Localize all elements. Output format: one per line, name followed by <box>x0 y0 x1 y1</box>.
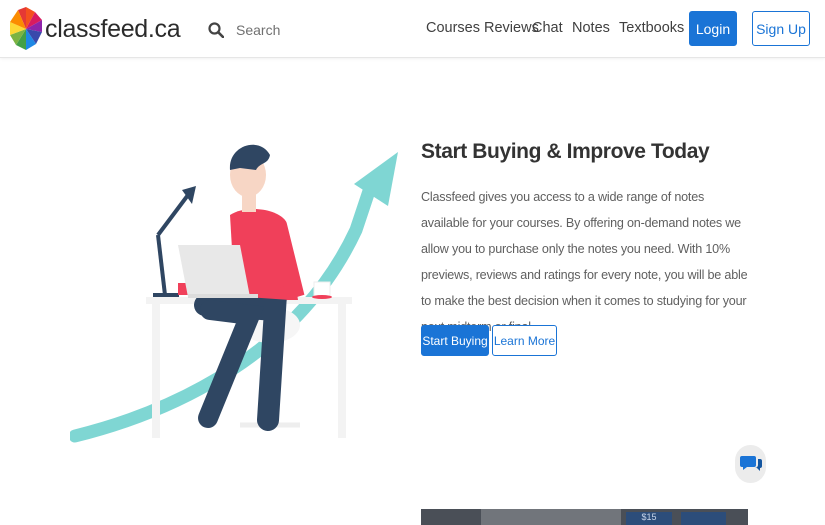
search-input[interactable] <box>236 22 376 38</box>
classfeed-logo-icon <box>10 7 42 50</box>
brand-logo[interactable]: classfeed.ca <box>8 6 181 52</box>
video-frame-panel <box>681 512 726 525</box>
hero-illustration <box>70 144 398 443</box>
nav-link-chat[interactable]: Chat <box>532 20 563 36</box>
chat-bubbles-icon <box>739 456 762 471</box>
nav-link-notes[interactable]: Notes <box>572 20 610 36</box>
search-bar <box>208 16 388 44</box>
learn-more-button[interactable]: Learn More <box>492 325 557 356</box>
video-frame-content <box>481 509 621 525</box>
top-navbar: classfeed.ca Courses Reviews Chat Notes … <box>0 0 825 58</box>
hero-description: Classfeed gives you access to a wide ran… <box>421 190 748 334</box>
nav-link-courses-reviews[interactable]: Courses Reviews <box>426 20 539 36</box>
hero-title: Start Buying & Improve Today <box>421 140 710 163</box>
nav-link-textbooks[interactable]: Textbooks <box>619 20 684 36</box>
intro-video-thumbnail[interactable]: $15 <box>421 509 748 525</box>
login-button[interactable]: Login <box>689 11 737 46</box>
chat-widget-button[interactable] <box>735 445 766 483</box>
signup-button[interactable]: Sign Up <box>752 11 810 46</box>
brand-name: classfeed.ca <box>45 14 181 43</box>
video-price-tag: $15 <box>626 512 672 525</box>
search-icon[interactable] <box>208 22 224 38</box>
start-buying-button[interactable]: Start Buying <box>421 325 489 356</box>
